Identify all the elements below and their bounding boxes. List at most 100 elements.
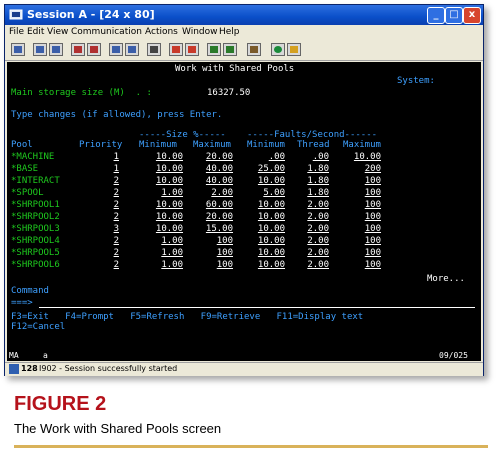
menu-view[interactable]: View	[47, 27, 68, 37]
row-4-fault-max[interactable]: 100	[343, 188, 381, 198]
edit-icon[interactable]	[287, 43, 301, 56]
row-9-priority[interactable]: 2	[107, 248, 119, 258]
row-3-fault-min[interactable]: 10.00	[243, 176, 285, 186]
row-3-size-max[interactable]: 40.00	[193, 176, 233, 186]
row-10-size-min[interactable]: 1.00	[143, 260, 183, 270]
row-1-thread[interactable]: .00	[297, 152, 329, 162]
close-button[interactable]: x	[463, 7, 481, 24]
row-1-fault-min[interactable]: .00	[243, 152, 285, 162]
row-7-pool: *SHRPOOL3	[11, 224, 60, 234]
status-icon	[9, 364, 19, 374]
row-1-fault-max[interactable]: 10.00	[343, 152, 381, 162]
row-2-size-min[interactable]: 10.00	[143, 164, 183, 174]
function-keys-line1: F3=Exit F4=Prompt F5=Refresh F9=Retrieve…	[11, 312, 364, 322]
row-7-size-max[interactable]: 15.00	[193, 224, 233, 234]
oia-left: MA	[9, 351, 19, 360]
row-6-priority[interactable]: 2	[107, 212, 119, 222]
row-6-pool: *SHRPOOL2	[11, 212, 60, 222]
row-10-thread[interactable]: 2.00	[297, 260, 329, 270]
row-4-size-min[interactable]: 1.00	[143, 188, 183, 198]
display-icon[interactable]	[109, 43, 123, 56]
receive-icon[interactable]	[87, 43, 101, 56]
row-7-fault-min[interactable]: 10.00	[243, 224, 285, 234]
row-10-size-max[interactable]: 100	[193, 260, 233, 270]
row-5-size-min[interactable]: 10.00	[143, 200, 183, 210]
row-2-priority[interactable]: 1	[107, 164, 119, 174]
row-9-size-max[interactable]: 100	[193, 248, 233, 258]
faults-group-header: -----Faults/Second------	[247, 130, 378, 140]
row-2-fault-max[interactable]: 200	[343, 164, 381, 174]
menu-communication[interactable]: Communication	[71, 27, 142, 37]
row-5-size-max[interactable]: 60.00	[193, 200, 233, 210]
system-label: System:	[397, 76, 435, 86]
row-2-size-max[interactable]: 40.00	[193, 164, 233, 174]
row-4-fault-min[interactable]: 5.00	[243, 188, 285, 198]
row-4-priority[interactable]: 2	[107, 188, 119, 198]
command-line-underline[interactable]	[39, 307, 475, 308]
properties-icon[interactable]	[247, 43, 261, 56]
row-6-thread[interactable]: 2.00	[297, 212, 329, 222]
terminal-screen[interactable]: Work with Shared Pools System: Main stor…	[7, 62, 481, 352]
row-3-thread[interactable]: 1.80	[297, 176, 329, 186]
row-4-size-max[interactable]: 2.00	[193, 188, 233, 198]
row-6-size-max[interactable]: 20.00	[193, 212, 233, 222]
row-8-priority[interactable]: 2	[107, 236, 119, 246]
row-8-pool: *SHRPOOL4	[11, 236, 60, 246]
paste-icon[interactable]	[49, 43, 63, 56]
row-7-size-min[interactable]: 10.00	[143, 224, 183, 234]
row-10-fault-max[interactable]: 100	[343, 260, 381, 270]
title-bar[interactable]: Session A - [24 x 80] _ □ x	[5, 5, 483, 25]
function-keys-line2: F12=Cancel	[11, 322, 66, 332]
maximize-button[interactable]: □	[445, 7, 463, 24]
row-9-fault-min[interactable]: 10.00	[243, 248, 285, 258]
row-2-fault-min[interactable]: 25.00	[243, 164, 285, 174]
row-5-fault-min[interactable]: 10.00	[243, 200, 285, 210]
globe-icon[interactable]	[271, 43, 285, 56]
row-8-size-max[interactable]: 100	[193, 236, 233, 246]
row-8-fault-max[interactable]: 100	[343, 236, 381, 246]
row-5-fault-max[interactable]: 100	[343, 200, 381, 210]
copy-icon[interactable]	[33, 43, 47, 56]
row-3-fault-max[interactable]: 100	[343, 176, 381, 186]
row-9-size-min[interactable]: 1.00	[143, 248, 183, 258]
row-4-thread[interactable]: 1.80	[297, 188, 329, 198]
menu-file[interactable]: File	[9, 27, 24, 37]
row-5-priority[interactable]: 2	[107, 200, 119, 210]
row-9-thread[interactable]: 2.00	[297, 248, 329, 258]
row-1-size-max[interactable]: 20.00	[193, 152, 233, 162]
menu-window[interactable]: Window	[182, 27, 218, 37]
row-6-fault-max[interactable]: 100	[343, 212, 381, 222]
minimize-button[interactable]: _	[427, 7, 445, 24]
row-6-size-min[interactable]: 10.00	[143, 212, 183, 222]
window-title: Session A - [24 x 80]	[27, 8, 155, 21]
row-5-thread[interactable]: 2.00	[297, 200, 329, 210]
macro-icon[interactable]	[207, 43, 221, 56]
menu-edit[interactable]: Edit	[27, 27, 44, 37]
row-3-priority[interactable]: 2	[107, 176, 119, 186]
row-10-fault-min[interactable]: 10.00	[243, 260, 285, 270]
menu-actions[interactable]: Actions	[145, 27, 178, 37]
record-icon[interactable]	[147, 43, 161, 56]
row-2-thread[interactable]: 1.80	[297, 164, 329, 174]
row-8-size-min[interactable]: 1.00	[143, 236, 183, 246]
row-8-fault-min[interactable]: 10.00	[243, 236, 285, 246]
row-7-priority[interactable]: 3	[107, 224, 119, 234]
row-10-priority[interactable]: 2	[107, 260, 119, 270]
storage-value: 16327.50	[207, 88, 251, 98]
row-1-size-min[interactable]: 10.00	[143, 152, 183, 162]
play-icon[interactable]	[185, 43, 199, 56]
command-label: Command	[11, 286, 49, 296]
stop-icon[interactable]	[169, 43, 183, 56]
keypad-icon[interactable]	[125, 43, 139, 56]
menu-help[interactable]: Help	[219, 27, 240, 37]
row-1-priority[interactable]: 1	[107, 152, 119, 162]
row-9-fault-max[interactable]: 100	[343, 248, 381, 258]
row-7-thread[interactable]: 2.00	[297, 224, 329, 234]
print-screen-icon[interactable]	[11, 43, 25, 56]
row-3-size-min[interactable]: 10.00	[143, 176, 183, 186]
row-7-fault-max[interactable]: 100	[343, 224, 381, 234]
send-icon[interactable]	[71, 43, 85, 56]
color-icon[interactable]	[223, 43, 237, 56]
row-8-thread[interactable]: 2.00	[297, 236, 329, 246]
row-6-fault-min[interactable]: 10.00	[243, 212, 285, 222]
